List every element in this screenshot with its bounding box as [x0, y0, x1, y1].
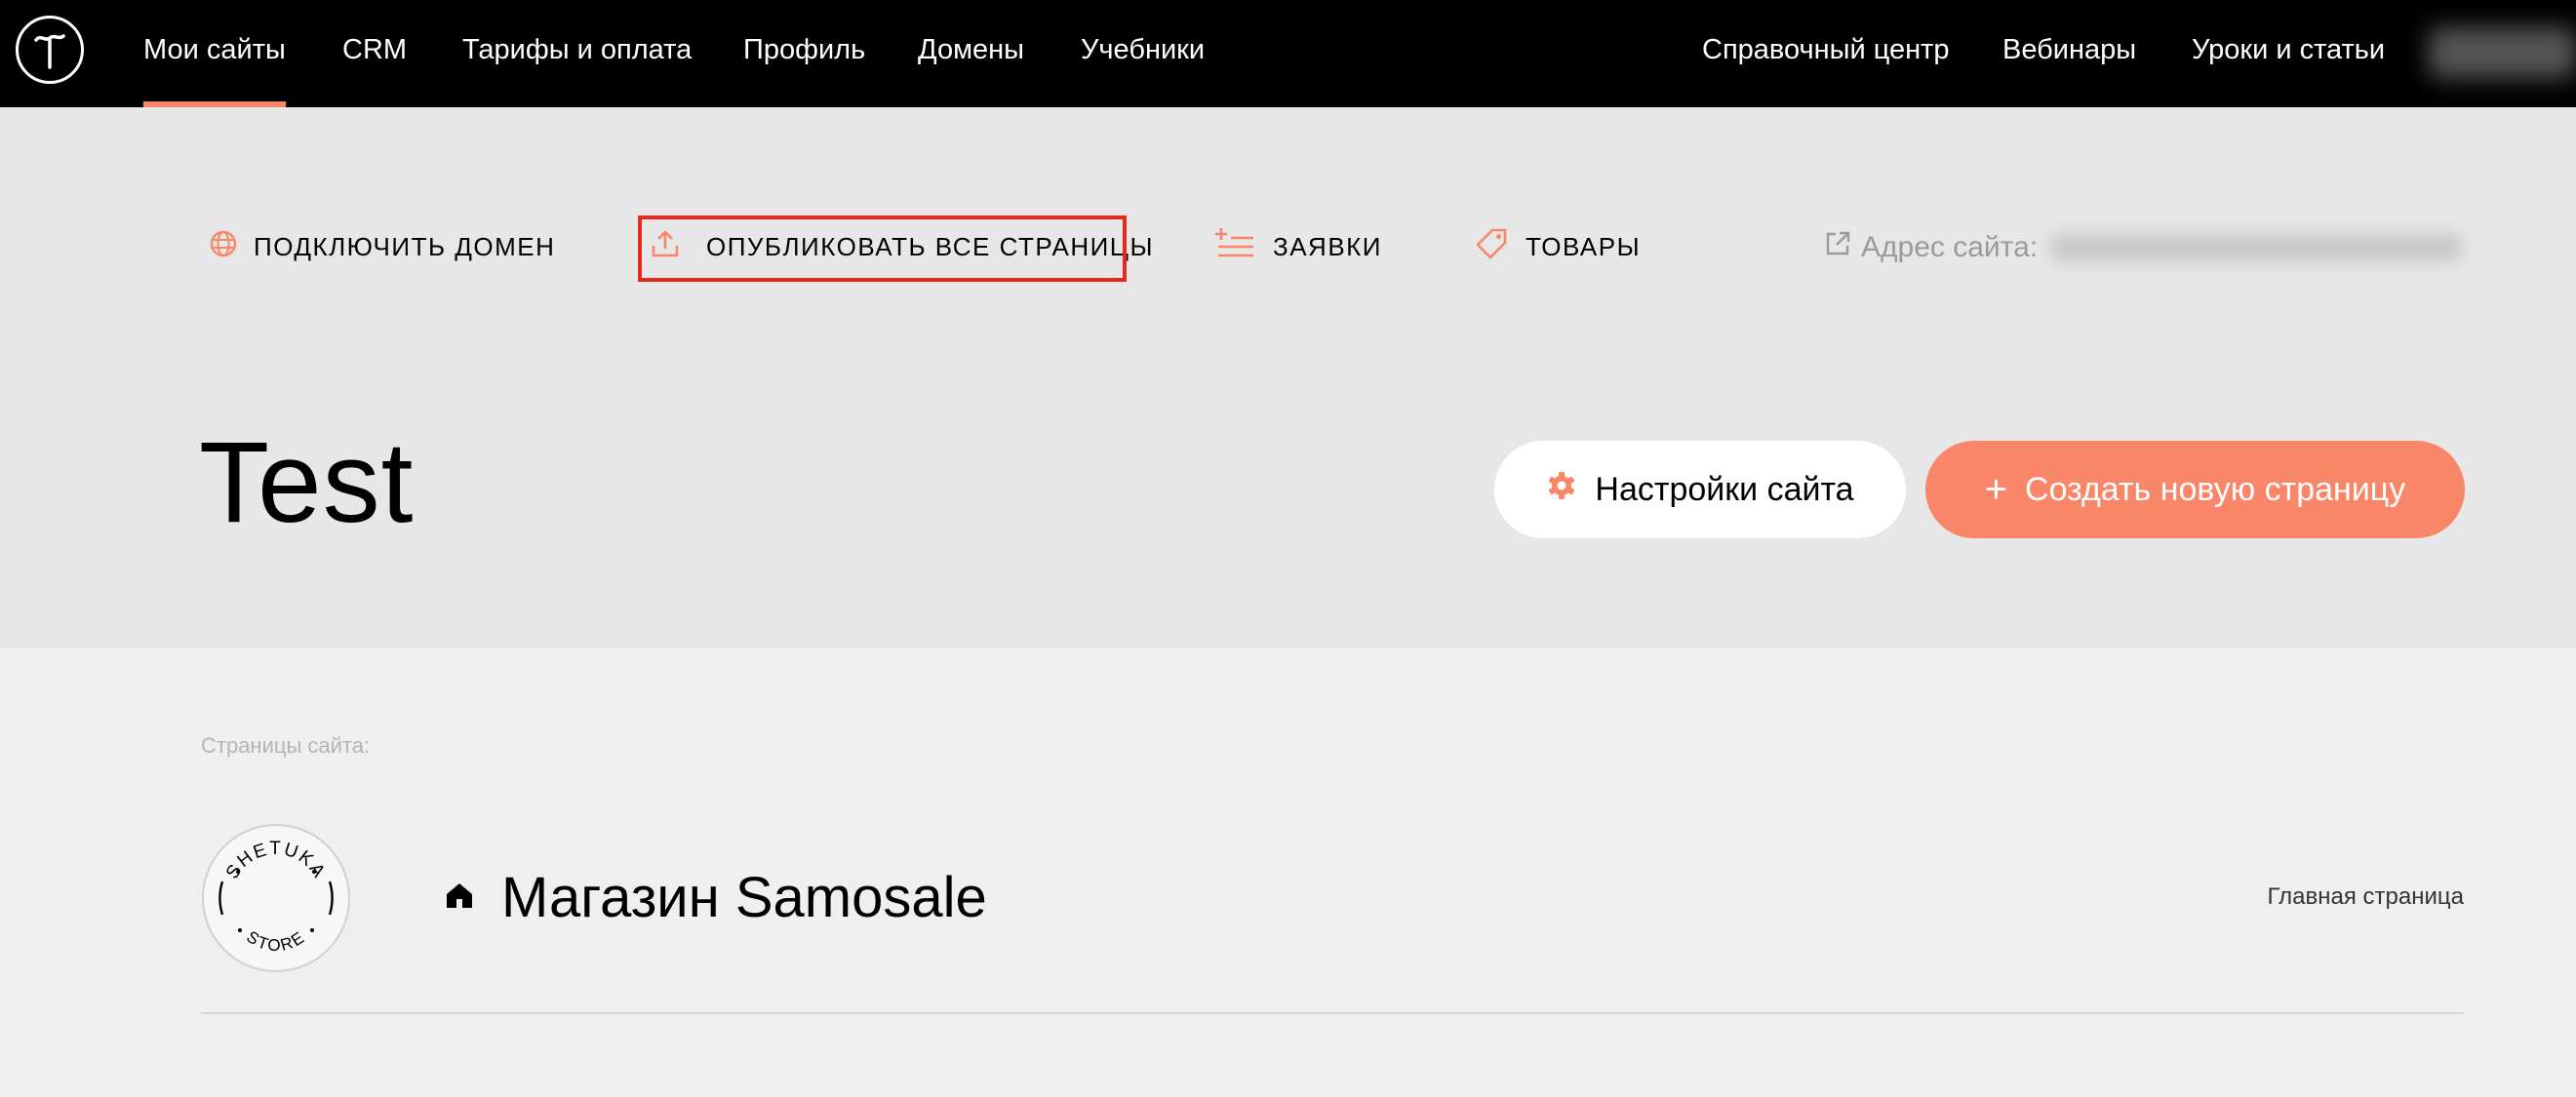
site-address-url[interactable] — [2051, 233, 2462, 262]
gear-icon — [1546, 470, 1577, 510]
products-label: ТОВАРЫ — [1526, 231, 1642, 261]
site-settings-label: Настройки сайта — [1595, 470, 1854, 508]
nav-tariffs[interactable]: Тарифы и оплата — [462, 0, 692, 107]
account-menu[interactable] — [2429, 27, 2576, 78]
list-plus-icon — [1214, 227, 1253, 266]
requests-button[interactable]: ЗАЯВКИ — [1214, 213, 1382, 281]
create-page-label: Создать новую страницу — [2025, 470, 2406, 508]
nav-domains[interactable]: Домены — [918, 0, 1024, 107]
nav-crm[interactable]: CRM — [342, 0, 407, 107]
nav-webinars[interactable]: Вебинары — [2002, 0, 2136, 107]
top-nav-bar: Мои сайты CRM Тарифы и оплата Профиль До… — [0, 0, 2576, 107]
globe-icon — [209, 229, 238, 265]
nav-lessons[interactable]: Уроки и статьи — [2192, 0, 2385, 107]
plus-icon: + — [1984, 468, 2008, 511]
site-address-label: Адрес сайта: — [1861, 231, 2039, 263]
products-button[interactable]: ТОВАРЫ — [1475, 213, 1641, 281]
create-page-button[interactable]: + Создать новую страницу — [1925, 441, 2465, 538]
nav-profile[interactable]: Профиль — [743, 0, 865, 107]
page-title[interactable]: Магазин Samosale — [501, 865, 987, 930]
site-address[interactable]: Адрес сайта: — [1824, 228, 2462, 267]
page-home-label: Главная страница — [2267, 883, 2464, 910]
nav-my-sites[interactable]: Мои сайты — [143, 0, 286, 107]
nav-tutorials[interactable]: Учебники — [1081, 0, 1205, 107]
page-title-group[interactable]: Магазин Samosale — [445, 858, 987, 936]
connect-domain-button[interactable]: ПОДКЛЮЧИТЬ ДОМЕН — [209, 213, 555, 281]
home-icon — [445, 881, 474, 915]
tilda-logo-icon[interactable] — [16, 16, 84, 84]
site-header — [0, 107, 2576, 648]
external-link-icon — [1824, 230, 1851, 265]
tag-icon — [1475, 227, 1508, 267]
site-settings-button[interactable]: Настройки сайта — [1494, 441, 1906, 538]
pages-section-label: Страницы сайта: — [201, 733, 371, 758]
publish-all-highlight — [638, 215, 1127, 282]
connect-domain-label: ПОДКЛЮЧИТЬ ДОМЕН — [254, 231, 556, 261]
nav-help-center[interactable]: Справочный центр — [1702, 0, 1950, 107]
page-list-item[interactable]: SHETUKA STORE Магазин Samosale Главная с… — [201, 819, 2464, 1014]
requests-label: ЗАЯВКИ — [1273, 231, 1382, 261]
site-title: Test — [199, 418, 415, 547]
page-thumbnail[interactable]: SHETUKA STORE — [201, 823, 351, 973]
